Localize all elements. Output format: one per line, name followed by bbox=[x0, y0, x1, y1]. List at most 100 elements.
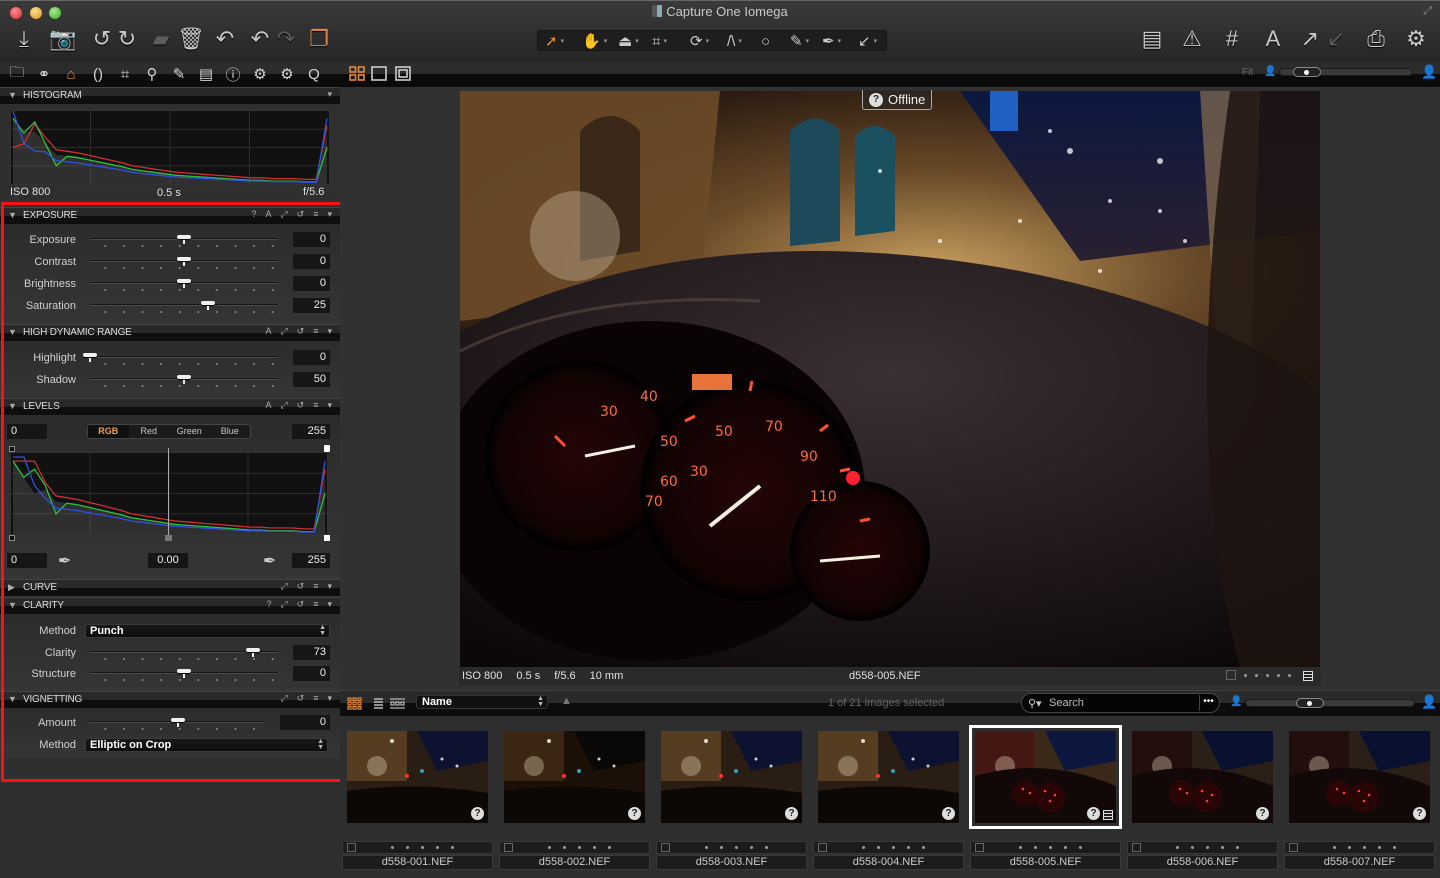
highlight-slider[interactable] bbox=[83, 353, 278, 367]
search-icon[interactable]: ⚲▾ bbox=[1028, 697, 1042, 710]
levels-output-high[interactable]: 255 bbox=[292, 553, 330, 568]
tool-options-icon[interactable]: ▾ bbox=[327, 599, 332, 610]
brush-tool[interactable]: ✎ ▾ bbox=[790, 31, 809, 51]
rating-star-2[interactable] bbox=[1034, 846, 1037, 849]
slider-knob[interactable] bbox=[177, 235, 191, 244]
shadow-slider[interactable] bbox=[90, 375, 278, 389]
levels-header[interactable]: ▼ LEVELS A ⤢ ↺ ≡ ▾ bbox=[0, 398, 340, 415]
levels-midpoint-handle[interactable] bbox=[165, 535, 172, 541]
color-tag-checkbox[interactable] bbox=[1289, 843, 1298, 852]
rating-star-2[interactable] bbox=[720, 846, 723, 849]
quick-tab[interactable]: Q bbox=[304, 64, 324, 84]
rating-star-5[interactable] bbox=[451, 846, 454, 849]
thumbnail-4[interactable]: ? bbox=[818, 731, 959, 823]
vignetting-amount-slider[interactable] bbox=[90, 718, 265, 732]
thumbnail-6[interactable]: ? bbox=[1132, 731, 1273, 823]
batch-tab[interactable]: ⚙ bbox=[277, 64, 297, 84]
auto-adjust-icon[interactable]: A bbox=[265, 209, 271, 220]
exposure-value[interactable]: 0 bbox=[293, 232, 330, 247]
levels-output-high-handle[interactable] bbox=[324, 535, 330, 541]
undo-icon[interactable]: ↶ bbox=[246, 26, 274, 52]
presets-menu-icon[interactable]: ≡ bbox=[313, 400, 318, 411]
slider-knob[interactable] bbox=[245, 648, 260, 657]
black-eyedropper-icon[interactable]: ✒ bbox=[58, 551, 71, 571]
output-tab[interactable]: ⓘ bbox=[223, 64, 243, 84]
rating-star-2[interactable] bbox=[1348, 846, 1351, 849]
levels-histogram[interactable] bbox=[10, 452, 328, 535]
slider-knob[interactable] bbox=[177, 257, 191, 266]
apply-adjustments-icon[interactable]: ↙ bbox=[1322, 26, 1350, 52]
rating-star-2[interactable] bbox=[1255, 673, 1258, 677]
brightness-slider[interactable] bbox=[90, 279, 278, 293]
rating-star-3[interactable] bbox=[421, 846, 424, 849]
levels-input-low[interactable]: 0 bbox=[7, 424, 47, 439]
reset-tool-icon[interactable]: ↺ bbox=[297, 400, 305, 411]
brightness-value[interactable]: 0 bbox=[293, 276, 330, 291]
rating-star-3[interactable] bbox=[1049, 846, 1052, 849]
capture-tab[interactable]: ⚭ bbox=[34, 64, 54, 84]
rotate-right-icon[interactable]: ↻ bbox=[113, 26, 141, 52]
copy-adjustments-icon[interactable]: ↗ bbox=[1296, 26, 1324, 52]
vignetting-header[interactable]: ▼ VIGNETTING ⤢ ↺ ≡ ▾ bbox=[0, 691, 340, 708]
rating-star-4[interactable] bbox=[1277, 673, 1280, 677]
reset-icon[interactable]: ↶ bbox=[211, 26, 239, 52]
slider-knob[interactable] bbox=[170, 718, 185, 727]
slider-knob[interactable] bbox=[177, 279, 191, 288]
rating-star-1[interactable] bbox=[1244, 673, 1247, 677]
tool-options-icon[interactable]: ▾ bbox=[327, 581, 332, 592]
help-icon[interactable]: ? bbox=[251, 209, 256, 220]
presets-menu-icon[interactable]: ≡ bbox=[313, 326, 318, 337]
curve-header[interactable]: ▶ CURVE ⤢ ↺ ≡ ▾ bbox=[0, 579, 340, 596]
rating-star-3[interactable] bbox=[578, 846, 581, 849]
rotate-tool-tool[interactable]: ⟳ ▾ bbox=[690, 31, 709, 51]
rating-star-4[interactable] bbox=[1221, 846, 1224, 849]
clarity-slider[interactable] bbox=[90, 648, 278, 662]
clarity-method-select[interactable]: Punch ▲ ▼ bbox=[85, 624, 330, 638]
collapse-triangle-icon[interactable]: ▼ bbox=[8, 401, 17, 411]
rating-star-1[interactable] bbox=[1333, 846, 1336, 849]
filmstrip-view-icon[interactable] bbox=[390, 698, 405, 709]
thumbnail-1[interactable]: ? bbox=[347, 731, 488, 823]
float-tool-icon[interactable]: ⤢ bbox=[280, 693, 287, 704]
search-options-button[interactable]: ••• bbox=[1199, 695, 1217, 711]
rating-star-1[interactable] bbox=[1176, 846, 1179, 849]
clarity-header[interactable]: ▼ CLARITY ? ⤢ ↺ ≡ ▾ bbox=[0, 597, 340, 614]
color-tag-checkbox[interactable] bbox=[818, 843, 827, 852]
slider-knob[interactable] bbox=[177, 669, 191, 678]
collapse-triangle-icon[interactable]: ▼ bbox=[8, 600, 17, 610]
multi-view-icon[interactable] bbox=[349, 66, 365, 81]
exposure-warning-icon[interactable]: ⚠ bbox=[1178, 26, 1206, 52]
reset-tool-icon[interactable]: ↺ bbox=[297, 209, 305, 220]
levels-output-low-handle[interactable] bbox=[9, 535, 15, 541]
rating-star-4[interactable] bbox=[907, 846, 910, 849]
thumb-size-large-icon[interactable]: 👤 bbox=[1421, 694, 1437, 710]
rating-star-1[interactable] bbox=[391, 846, 394, 849]
levels-midpoint-value[interactable]: 0.00 bbox=[148, 553, 188, 568]
lens-tab[interactable]: () bbox=[88, 64, 108, 84]
expand-triangle-icon[interactable]: ▶ bbox=[8, 582, 15, 593]
rating-star-3[interactable] bbox=[1206, 846, 1209, 849]
rating-star-4[interactable] bbox=[750, 846, 753, 849]
tool-options-icon[interactable]: ▾ bbox=[327, 693, 332, 704]
reset-tool-icon[interactable]: ↺ bbox=[297, 581, 305, 592]
thumbnail-3[interactable]: ? bbox=[661, 731, 802, 823]
color-picker-tool[interactable]: ✒ ▾ bbox=[822, 31, 841, 51]
rating-star-1[interactable] bbox=[705, 846, 708, 849]
thumbnail-5[interactable]: ? bbox=[969, 725, 1122, 829]
viewer-zoom-slider[interactable] bbox=[1279, 67, 1413, 77]
rating-star-3[interactable] bbox=[892, 846, 895, 849]
color-tag-checkbox[interactable] bbox=[347, 843, 356, 852]
rating-star-1[interactable] bbox=[1019, 846, 1022, 849]
collapse-triangle-icon[interactable]: ▼ bbox=[8, 210, 17, 220]
redo-icon[interactable]: ↷ bbox=[272, 26, 300, 52]
offline-badge[interactable]: ? Offline bbox=[862, 90, 933, 110]
rating-star-5[interactable] bbox=[765, 846, 768, 849]
zoom-out-icon[interactable]: 👤 bbox=[1264, 66, 1276, 77]
sort-select[interactable]: Name ▲ ▼ bbox=[416, 695, 548, 709]
slider-knob[interactable] bbox=[177, 375, 191, 384]
float-tool-icon[interactable]: ⤢ bbox=[280, 599, 287, 610]
color-tag-checkbox[interactable] bbox=[1132, 843, 1141, 852]
settings-gear-icon[interactable]: ⚙ bbox=[1402, 26, 1430, 52]
slider-knob[interactable] bbox=[200, 301, 215, 310]
viewer-zoom-knob[interactable] bbox=[1293, 67, 1322, 77]
